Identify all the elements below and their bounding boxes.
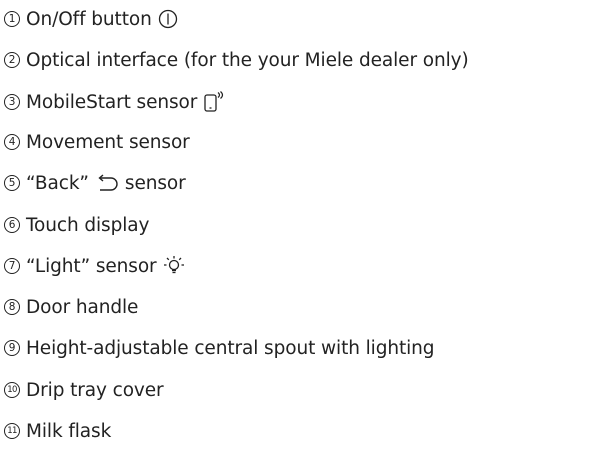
light-bulb-icon [163, 256, 184, 274]
legend-item-central-spout: 9 Height-adjustable central spout with l… [4, 333, 435, 363]
component-legend: 1 On/Off button 2 Optical interface (for… [0, 0, 609, 458]
legend-item-on-off-button: 1 On/Off button [4, 4, 178, 34]
item-label-after: sensor [124, 172, 186, 194]
item-number-badge: 9 [4, 340, 20, 356]
item-number-badge: 11 [4, 423, 20, 439]
item-number-badge: 5 [4, 175, 20, 191]
item-label: Movement sensor [26, 131, 190, 153]
mobilestart-phone-icon [204, 91, 224, 112]
item-number-badge: 2 [4, 52, 20, 68]
item-label: Door handle [26, 296, 139, 318]
item-label: MobileStart sensor [26, 91, 198, 113]
item-label-before: “Back” [26, 172, 89, 194]
legend-item-movement-sensor: 4 Movement sensor [4, 127, 190, 157]
legend-item-optical-interface: 2 Optical interface (for the your Miele … [4, 45, 469, 75]
legend-item-light-sensor: 7 “Light” sensor [4, 251, 185, 281]
item-label: Touch display [26, 214, 150, 236]
item-number-badge: 3 [4, 94, 20, 110]
legend-item-touch-display: 6 Touch display [4, 210, 149, 240]
legend-item-back-sensor: 5 “Back” sensor [4, 168, 186, 198]
legend-item-milk-flask: 11 Milk flask [4, 416, 111, 446]
item-label: Optical interface (for the your Miele de… [26, 49, 469, 71]
item-number-badge: 4 [4, 134, 20, 150]
item-label: “Light” sensor [26, 255, 157, 277]
item-number-badge: 10 [4, 382, 20, 398]
item-label: Height-adjustable central spout with lig… [26, 337, 435, 359]
legend-item-mobilestart-sensor: 3 MobileStart sensor [4, 87, 227, 117]
item-number-badge: 8 [4, 299, 20, 315]
item-number-badge: 1 [4, 11, 20, 27]
legend-item-door-handle: 8 Door handle [4, 292, 138, 322]
item-label: Drip tray cover [26, 379, 164, 401]
item-number-badge: 7 [4, 258, 20, 274]
item-label: Milk flask [26, 420, 112, 442]
legend-item-drip-tray-cover: 10 Drip tray cover [4, 375, 164, 405]
item-label: On/Off button [26, 8, 152, 30]
back-arrow-icon [98, 174, 118, 191]
power-button-icon [158, 9, 177, 29]
item-number-badge: 6 [4, 217, 20, 233]
